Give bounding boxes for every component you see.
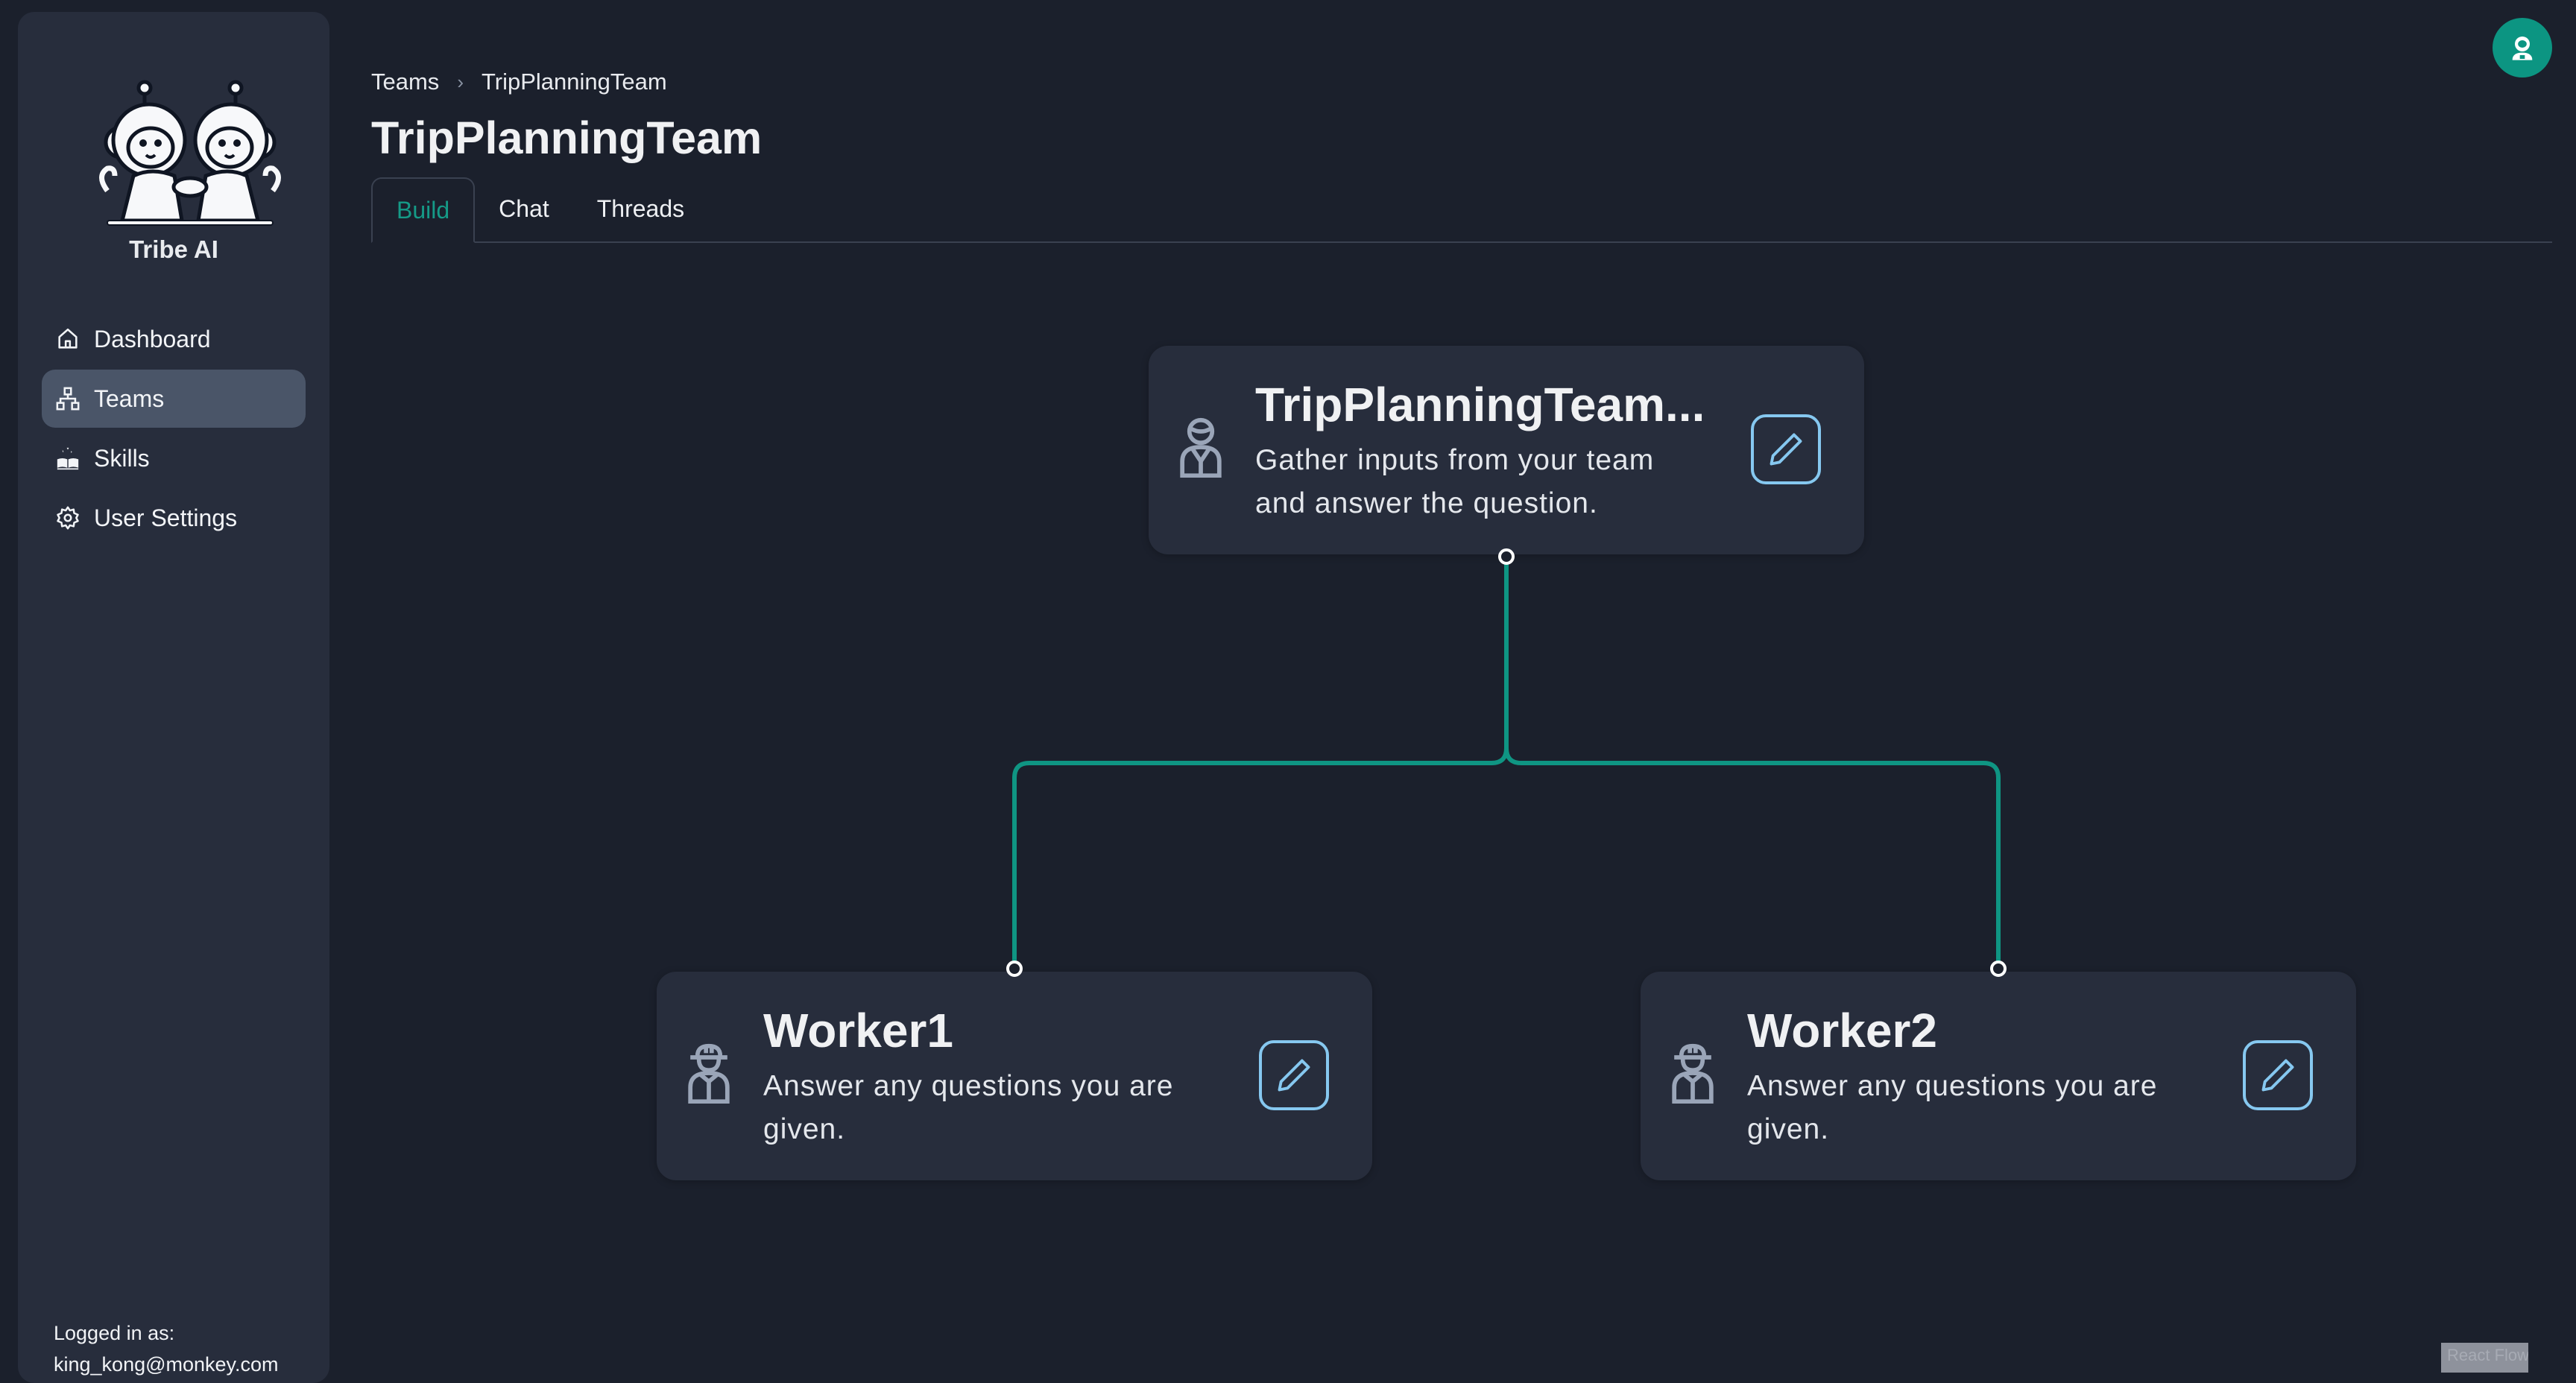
sidebar-item-label: Teams [94,384,165,412]
sidebar: Tribe AI Dashboard Teams Skills User Set… [18,12,329,1383]
flow-node-worker1[interactable]: Worker1 Answer any questions you are giv… [657,972,1372,1180]
pencil-icon [1278,1059,1310,1092]
magic-book-icon [55,446,80,471]
breadcrumb-separator-icon: › [457,70,464,93]
tab-threads[interactable]: Threads [573,177,708,240]
logged-in-label: Logged in as: [54,1322,175,1344]
breadcrumb-current: TripPlanningTeam [481,69,667,95]
sidebar-item-skills[interactable]: Skills [42,429,306,487]
tab-chat[interactable]: Chat [475,177,573,240]
edit-node-button[interactable] [1751,414,1821,484]
edit-node-button[interactable] [2243,1040,2313,1110]
node-name: Worker1 [763,1004,953,1057]
tab-build[interactable]: Build [371,177,476,243]
pencil-icon [1770,433,1802,466]
sidebar-nav: Dashboard Teams Skills User Settings [42,310,306,548]
sidebar-item-user-settings[interactable]: User Settings [42,489,306,547]
logged-in-email: king_kong@monkey.com [54,1353,279,1376]
user-avatar-button[interactable] [2493,18,2552,77]
breadcrumb: Teams › TripPlanningTeam [371,69,667,95]
edges-layer [1012,557,2001,969]
leader-person-icon [1180,417,1222,478]
sidebar-item-label: Dashboard [94,325,211,352]
edge-leader-worker2[interactable] [1504,557,2001,969]
flow-node-leader[interactable]: TripPlanningTeam... Gather inputs from y… [1149,346,1864,554]
gear-icon [55,505,80,531]
astronaut-icon [2512,37,2533,60]
node-description: Answer any questions you are given. [763,1070,1174,1145]
worker-hardhat-icon [1672,1043,1714,1104]
react-flow-attribution[interactable]: React Flow [2441,1343,2528,1373]
breadcrumb-teams-link[interactable]: Teams [371,69,439,95]
node-description: Gather inputs from your team and answer … [1255,444,1655,519]
node-name: Worker2 [1747,1004,1937,1057]
node-description: Answer any questions you are given. [1747,1070,2158,1145]
tribe-ai-logo [99,80,281,226]
sidebar-item-label: Skills [94,444,150,472]
pencil-icon [2261,1059,2294,1092]
edit-node-button[interactable] [1259,1040,1329,1110]
sidebar-item-teams[interactable]: Teams [42,370,306,428]
page-title: TripPlanningTeam [371,113,763,163]
flow-node-worker2[interactable]: Worker2 Answer any questions you are giv… [1641,972,2356,1180]
node-name: TripPlanningTeam... [1255,378,1705,431]
hierarchy-icon [55,386,80,411]
sidebar-item-dashboard[interactable]: Dashboard [42,310,306,368]
worker-hardhat-icon [688,1043,730,1104]
edge-leader-worker1[interactable] [1012,557,1509,969]
home-icon [55,326,80,352]
sidebar-item-label: User Settings [94,504,238,531]
brand-name: Tribe AI [129,235,218,263]
tab-bar: Build Chat Threads [371,177,2552,243]
